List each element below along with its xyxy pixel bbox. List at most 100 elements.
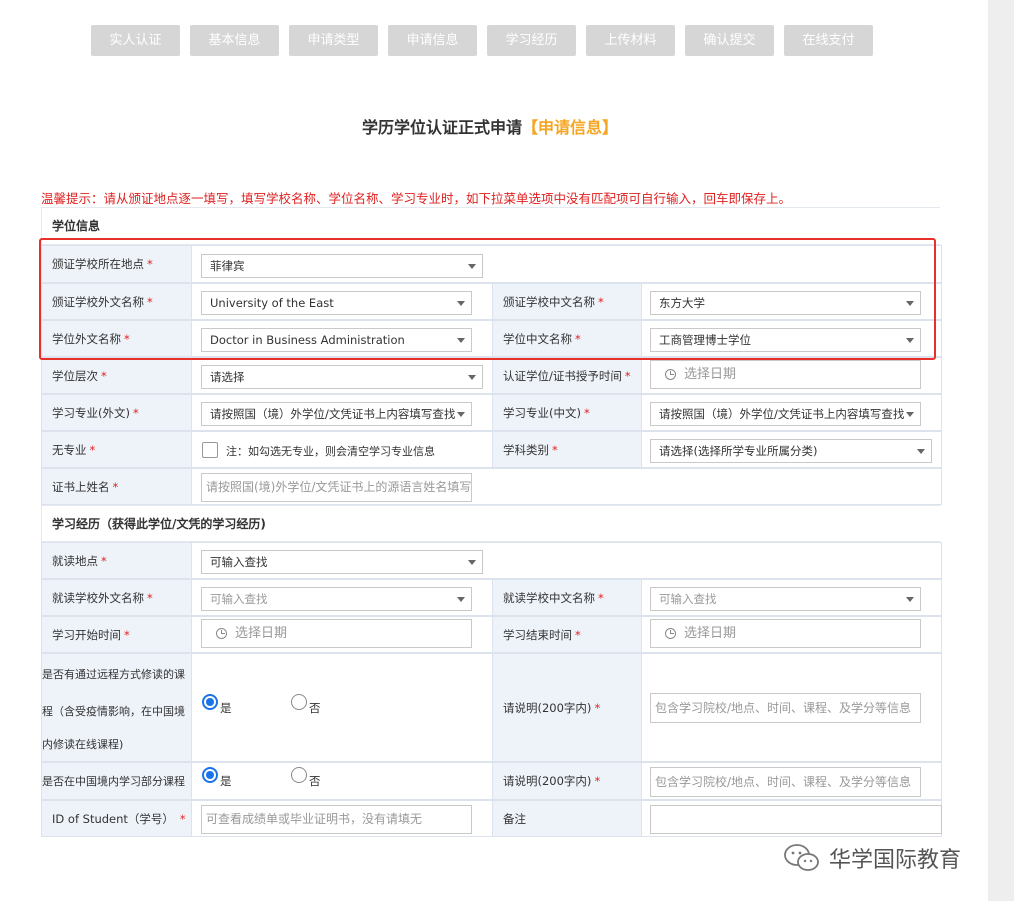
- study-location-select[interactable]: 可输入查找: [201, 550, 483, 574]
- chevron-down-icon: [906, 597, 914, 602]
- student-id-input[interactable]: 可查看成绩单或毕业证明书，没有请填无: [201, 805, 472, 834]
- page-scroll-strip: [988, 0, 1014, 901]
- value-school-foreign: University of the East: [191, 283, 493, 320]
- label-major-chinese: 学习专业(中文) *: [492, 394, 642, 431]
- chevron-down-icon: [468, 264, 476, 269]
- label-degree-chinese: 学位中文名称 *: [492, 320, 642, 357]
- value-degree-chinese: 工商管理博士学位: [641, 320, 942, 357]
- remote-yes-radio[interactable]: [202, 694, 218, 710]
- label-study-school-chinese: 就读学校中文名称 *: [492, 579, 642, 616]
- label-degree-foreign: 学位外文名称 *: [41, 320, 192, 357]
- row-remote-courses: 是否有通过远程方式修读的课 程（含受疫情影响，在中国境 内修读在线课程) 是 否…: [41, 653, 942, 762]
- value-study-location: 可输入查找: [191, 542, 942, 579]
- remote-no-radio[interactable]: [291, 694, 307, 710]
- grant-time-datepicker[interactable]: 选择日期: [650, 360, 921, 389]
- section-header-degree: 学位信息: [41, 207, 940, 245]
- clock-icon: [216, 628, 227, 639]
- china-part-yes-label: 是: [220, 774, 232, 788]
- row-study-location: 就读地点 * 可输入查找: [41, 542, 942, 579]
- label-major-foreign: 学习专业(外文) *: [41, 394, 192, 431]
- value-remote-courses: 是 否: [191, 653, 493, 762]
- row-study-time: 学习开始时间 * 选择日期 学习结束时间 * 选择日期: [41, 616, 942, 653]
- value-cert-name: 请按照国(境)外学位/文凭证书上的源语言姓名填写: [191, 468, 942, 505]
- chevron-down-icon: [906, 412, 914, 417]
- value-start-time: 选择日期: [191, 616, 493, 653]
- value-degree-foreign: Doctor in Business Administration: [191, 320, 493, 357]
- label-student-id: ID of Student（学号） *: [41, 800, 192, 837]
- chevron-down-icon: [457, 412, 465, 417]
- step-payment[interactable]: 在线支付: [784, 25, 873, 56]
- study-school-chinese-select[interactable]: 可输入查找: [650, 587, 921, 611]
- value-china-part: 是 否: [191, 762, 493, 800]
- label-discipline: 学科类别 *: [492, 431, 642, 468]
- label-remote-explain: 请说明(200字内) *: [492, 653, 642, 762]
- school-chinese-select[interactable]: 东方大学: [650, 291, 921, 315]
- page-title-sub: 【申请信息】: [522, 118, 619, 137]
- label-study-school-foreign: 就读学校外文名称 *: [41, 579, 192, 616]
- step-identity[interactable]: 实人认证: [91, 25, 180, 56]
- value-school-chinese: 东方大学: [641, 283, 942, 320]
- major-foreign-select[interactable]: 请按照国（境）外学位/文凭证书上内容填写查找: [201, 402, 472, 426]
- discipline-select[interactable]: 请选择(选择所学专业所属分类): [650, 439, 932, 463]
- step-study-history[interactable]: 学习经历: [487, 25, 576, 56]
- warning-text: 温馨提示：请从颁证地点逐一填写，填写学校名称、学位名称、学习专业时，如下拉菜单选…: [41, 191, 792, 206]
- row-student-id: ID of Student（学号） * 可查看成绩单或毕业证明书，没有请填无 备注: [41, 800, 942, 837]
- degree-foreign-select[interactable]: Doctor in Business Administration: [201, 328, 472, 352]
- degree-level-select[interactable]: 请选择: [201, 365, 483, 389]
- row-issuing-location: 颁证学校所在地点 * 菲律宾: [41, 245, 942, 283]
- clock-icon: [665, 369, 676, 380]
- step-upload[interactable]: 上传材料: [586, 25, 675, 56]
- remote-explain-input[interactable]: 包含学习院校/地点、时间、课程、及学分等信息: [650, 693, 921, 723]
- page-title-main: 学历学位认证正式申请: [361, 118, 522, 137]
- remote-yes-label: 是: [220, 701, 232, 715]
- value-major-chinese: 请按照国（境）外学位/文凭证书上内容填写查找: [641, 394, 942, 431]
- issuing-location-select[interactable]: 菲律宾: [201, 254, 483, 278]
- remark-input[interactable]: [650, 805, 942, 834]
- major-chinese-select[interactable]: 请按照国（境）外学位/文凭证书上内容填写查找: [650, 402, 921, 426]
- page-title: 学历学位认证正式申请【申请信息】: [0, 114, 980, 138]
- no-major-checkbox[interactable]: [202, 442, 218, 458]
- label-china-part: 是否在中国境内学习部分课程: [41, 762, 192, 800]
- chevron-down-icon: [457, 301, 465, 306]
- value-grant-time: 选择日期: [641, 357, 942, 394]
- degree-chinese-select[interactable]: 工商管理博士学位: [650, 328, 921, 352]
- label-school-foreign: 颁证学校外文名称 *: [41, 283, 192, 320]
- china-explain-input[interactable]: 包含学习院校/地点、时间、课程、及学分等信息: [650, 767, 921, 797]
- value-major-foreign: 请按照国（境）外学位/文凭证书上内容填写查找: [191, 394, 493, 431]
- china-part-no-radio[interactable]: [291, 767, 307, 783]
- section-header-study: 学习经历（获得此学位/文凭的学习经历): [41, 505, 940, 542]
- school-foreign-select[interactable]: University of the East: [201, 291, 472, 315]
- chevron-down-icon: [906, 338, 914, 343]
- study-school-foreign-select[interactable]: 可输入查找: [201, 587, 472, 611]
- start-time-datepicker[interactable]: 选择日期: [201, 619, 472, 648]
- china-part-yes-radio[interactable]: [202, 767, 218, 783]
- row-no-major: 无专业 * 注：如勾选无专业，则会清空学习专业信息 学科类别 * 请选择(选择所学专…: [41, 431, 942, 468]
- remote-no-label: 否: [309, 701, 321, 715]
- clock-icon: [665, 628, 676, 639]
- no-major-note: 注：如勾选无专业，则会清空学习专业信息: [226, 445, 435, 458]
- value-remote-explain: 包含学习院校/地点、时间、课程、及学分等信息: [641, 653, 942, 762]
- label-china-explain: 请说明(200字内) *: [492, 762, 642, 800]
- cert-name-input[interactable]: 请按照国(境)外学位/文凭证书上的源语言姓名填写: [201, 473, 472, 502]
- step-basic-info[interactable]: 基本信息: [190, 25, 279, 56]
- row-study-school: 就读学校外文名称 * 可输入查找 就读学校中文名称 * 可输入查找: [41, 579, 942, 616]
- label-school-chinese: 颁证学校中文名称 *: [492, 283, 642, 320]
- end-time-datepicker[interactable]: 选择日期: [650, 619, 921, 648]
- row-china-part: 是否在中国境内学习部分课程 是 否 请说明(200字内) * 包含学习院校/地点、…: [41, 762, 942, 800]
- step-apply-info[interactable]: 申请信息: [388, 25, 477, 56]
- row-degree-level: 学位层次 * 请选择 认证学位/证书授予时间 * 选择日期: [41, 357, 942, 394]
- value-discipline: 请选择(选择所学专业所属分类): [641, 431, 942, 468]
- label-start-time: 学习开始时间 *: [41, 616, 192, 653]
- label-no-major: 无专业 *: [41, 431, 192, 468]
- value-study-school-chinese: 可输入查找: [641, 579, 942, 616]
- chevron-down-icon: [457, 338, 465, 343]
- step-confirm[interactable]: 确认提交: [685, 25, 774, 56]
- label-remark: 备注: [492, 800, 642, 837]
- row-cert-name: 证书上姓名 * 请按照国(境)外学位/文凭证书上的源语言姓名填写: [41, 468, 942, 505]
- wechat-icon: [784, 844, 819, 871]
- row-degree-name: 学位外文名称 * Doctor in Business Administratio…: [41, 320, 942, 357]
- label-end-time: 学习结束时间 *: [492, 616, 642, 653]
- chevron-down-icon: [906, 301, 914, 306]
- label-remote-courses: 是否有通过远程方式修读的课 程（含受疫情影响，在中国境 内修读在线课程): [41, 653, 192, 762]
- step-apply-type[interactable]: 申请类型: [289, 25, 378, 56]
